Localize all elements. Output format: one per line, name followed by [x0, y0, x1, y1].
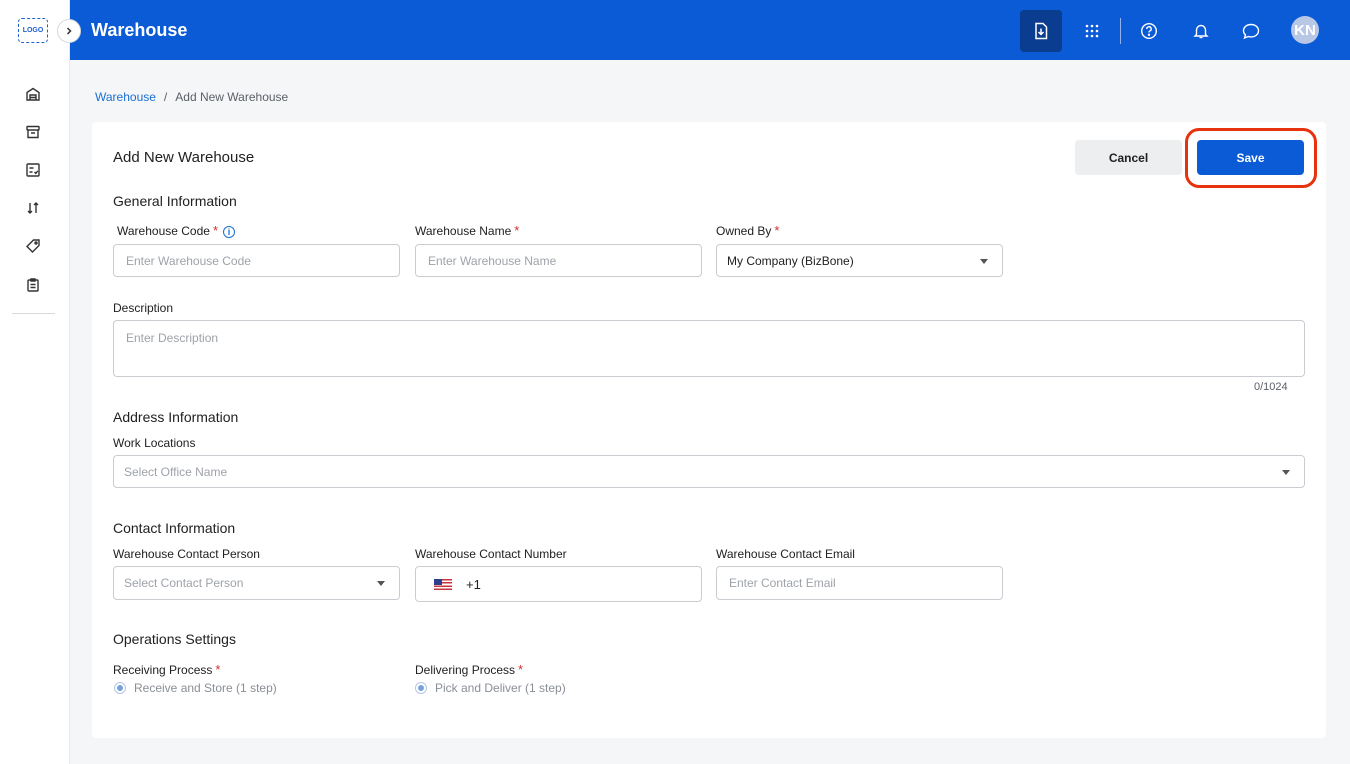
owned-by-value: My Company (BizBone): [727, 253, 854, 268]
breadcrumb-current: Add New Warehouse: [175, 90, 289, 104]
contact-number-label: Warehouse Contact Number: [415, 547, 567, 561]
warehouse-name-label: Warehouse Name *: [415, 223, 519, 238]
delivering-option-label: Pick and Deliver (1 step): [435, 681, 566, 695]
work-locations-placeholder: Select Office Name: [124, 464, 228, 479]
avatar[interactable]: KN: [1291, 16, 1319, 44]
contact-person-label: Warehouse Contact Person: [113, 547, 260, 561]
owned-by-label: Owned By *: [716, 223, 779, 238]
notifications-button[interactable]: [1180, 10, 1222, 52]
import-document-button[interactable]: [1020, 10, 1062, 52]
description-textarea[interactable]: Enter Description: [113, 320, 1305, 377]
contact-person-placeholder: Select Contact Person: [124, 576, 244, 590]
description-label: Description: [113, 301, 174, 315]
required-marker: *: [518, 662, 524, 677]
delivering-process-option[interactable]: Pick and Deliver (1 step): [415, 681, 566, 695]
contact-number-input[interactable]: +1: [415, 566, 702, 602]
chat-button[interactable]: [1230, 10, 1272, 52]
chevron-right-icon: [66, 27, 72, 35]
radio-selected-icon[interactable]: [114, 682, 126, 694]
required-marker: *: [774, 223, 780, 238]
sort-arrows-icon[interactable]: [24, 199, 42, 217]
warehouse-icon[interactable]: [24, 85, 42, 103]
general-information-heading: General Information: [113, 193, 237, 209]
page-header-title: Warehouse: [91, 20, 188, 40]
archive-box-icon[interactable]: [24, 123, 42, 141]
import-document-icon: [1035, 22, 1048, 40]
required-marker: *: [215, 662, 221, 677]
required-marker: *: [514, 223, 520, 238]
top-bar: Warehouse KN: [70, 0, 1350, 60]
radio-selected-icon[interactable]: [415, 682, 427, 694]
tag-icon[interactable]: [24, 237, 42, 255]
breadcrumb-separator: /: [163, 90, 168, 104]
dropdown-caret-icon: [980, 258, 988, 264]
sidebar: LOGO: [0, 0, 70, 764]
apps-grid-icon: [1085, 24, 1099, 38]
apps-grid-button[interactable]: [1071, 10, 1113, 52]
chat-icon: [1242, 23, 1260, 40]
owned-by-label-text: Owned By: [716, 224, 772, 238]
form-title: Add New Warehouse: [113, 149, 255, 166]
receiving-option-label: Receive and Store (1 step): [134, 681, 277, 695]
contact-email-input[interactable]: Enter Contact Email: [716, 566, 1003, 600]
dial-code: +1: [466, 576, 481, 592]
toolbar-divider: [1120, 18, 1121, 44]
help-icon: [1140, 22, 1158, 40]
owned-by-select[interactable]: My Company (BizBone): [716, 244, 1003, 277]
us-flag-icon[interactable]: [434, 578, 452, 590]
warehouse-code-label: Warehouse Code * i: [117, 223, 236, 238]
add-warehouse-form: Add New Warehouse Cancel Save General In…: [92, 122, 1326, 738]
contact-email-label: Warehouse Contact Email: [716, 547, 855, 561]
warehouse-name-label-text: Warehouse Name: [415, 224, 512, 238]
dropdown-caret-icon: [1282, 469, 1290, 475]
breadcrumb-warehouse-link[interactable]: Warehouse: [95, 90, 156, 104]
cancel-button[interactable]: Cancel: [1075, 140, 1182, 175]
receiving-process-label: Receiving Process *: [113, 662, 220, 677]
sidebar-divider: [12, 313, 55, 314]
warehouse-name-input[interactable]: Enter Warehouse Name: [415, 244, 702, 277]
contact-person-select[interactable]: Select Contact Person: [113, 566, 400, 600]
save-highlight-ring: [1185, 128, 1317, 188]
receiving-process-option[interactable]: Receive and Store (1 step): [114, 681, 277, 695]
receiving-process-label-text: Receiving Process: [113, 663, 213, 677]
clipboard-icon[interactable]: [24, 276, 42, 294]
required-marker: *: [212, 223, 219, 238]
delivering-process-label-text: Delivering Process: [415, 663, 516, 677]
help-button[interactable]: [1128, 10, 1170, 52]
expand-sidebar-button[interactable]: [57, 19, 81, 43]
operations-settings-heading: Operations Settings: [113, 631, 236, 647]
warehouse-code-input[interactable]: Enter Warehouse Code: [113, 244, 400, 277]
warehouse-code-label-text: Warehouse Code: [117, 224, 210, 238]
breadcrumb: Warehouse / Add New Warehouse: [95, 90, 288, 104]
description-char-counter: 0/1024: [1254, 381, 1288, 393]
work-locations-select[interactable]: Select Office Name: [113, 455, 1305, 488]
work-locations-label: Work Locations: [113, 436, 196, 450]
delivering-process-label: Delivering Process *: [415, 662, 523, 677]
contact-information-heading: Contact Information: [113, 520, 236, 536]
checklist-icon[interactable]: [24, 161, 42, 179]
dropdown-caret-icon: [377, 581, 385, 586]
bell-icon: [1193, 24, 1209, 39]
address-information-heading: Address Information: [113, 409, 239, 425]
info-icon[interactable]: i: [223, 226, 236, 238]
app-logo: LOGO: [18, 18, 48, 43]
